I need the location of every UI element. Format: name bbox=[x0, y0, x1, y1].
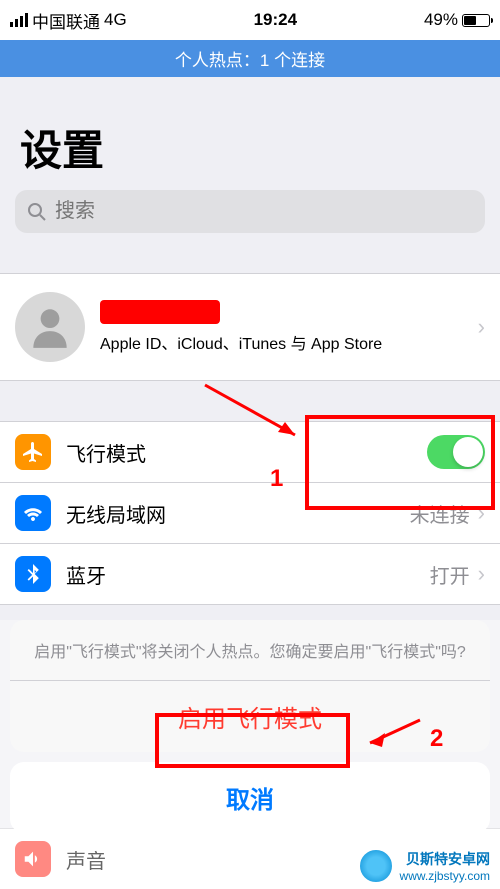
enable-airplane-button[interactable]: 启用飞行模式 bbox=[10, 681, 490, 752]
search-bar[interactable] bbox=[15, 190, 485, 233]
status-right: 49% bbox=[424, 10, 490, 30]
search-input[interactable] bbox=[55, 200, 473, 223]
status-left: 中国联通 4G bbox=[10, 8, 127, 33]
watermark-name: 贝斯特安卓网 bbox=[400, 849, 490, 869]
account-name-redacted bbox=[100, 300, 220, 324]
wifi-row[interactable]: 无线局域网 未连接 › bbox=[0, 483, 500, 544]
watermark: 贝斯特安卓网 www.zjbstyy.com bbox=[358, 848, 490, 884]
wifi-icon bbox=[15, 495, 51, 531]
search-icon bbox=[27, 202, 47, 222]
watermark-logo-icon bbox=[358, 848, 394, 884]
battery-percent: 49% bbox=[424, 10, 458, 30]
wifi-value: 未连接 bbox=[410, 499, 470, 528]
account-info: Apple ID、iCloud、iTunes 与 App Store bbox=[100, 300, 463, 354]
carrier-label: 中国联通 bbox=[32, 8, 100, 33]
airplane-mode-row: 飞行模式 bbox=[0, 422, 500, 483]
bluetooth-icon bbox=[15, 556, 51, 592]
sheet-message: 启用"飞行模式"将关闭个人热点。您确定要启用"飞行模式"吗? bbox=[10, 620, 490, 681]
hotspot-status-bar[interactable]: 个人热点：1 个连接 bbox=[0, 40, 500, 77]
bluetooth-row[interactable]: 蓝牙 打开 › bbox=[0, 544, 500, 604]
page-title: 设置 bbox=[20, 117, 480, 178]
chevron-right-icon: › bbox=[478, 314, 485, 340]
airplane-toggle[interactable] bbox=[427, 435, 485, 469]
settings-group: 飞行模式 无线局域网 未连接 › 蓝牙 打开 › bbox=[0, 421, 500, 605]
action-sheet: 启用"飞行模式"将关闭个人热点。您确定要启用"飞行模式"吗? 启用飞行模式 取消 bbox=[10, 620, 490, 833]
chevron-right-icon: › bbox=[478, 500, 485, 526]
account-subtitle: Apple ID、iCloud、iTunes 与 App Store bbox=[100, 330, 463, 354]
chevron-right-icon: › bbox=[478, 561, 485, 587]
hotspot-message: 个人热点：1 个连接 bbox=[175, 51, 325, 70]
sheet-group: 启用"飞行模式"将关闭个人热点。您确定要启用"飞行模式"吗? 启用飞行模式 bbox=[10, 620, 490, 752]
watermark-url: www.zjbstyy.com bbox=[400, 869, 490, 883]
network-label: 4G bbox=[104, 10, 127, 30]
time-label: 19:24 bbox=[254, 10, 297, 30]
status-bar: 中国联通 4G 19:24 49% bbox=[0, 0, 500, 40]
signal-icon bbox=[10, 13, 28, 27]
airplane-label: 飞行模式 bbox=[66, 438, 427, 467]
avatar bbox=[15, 292, 85, 362]
airplane-icon bbox=[15, 434, 51, 470]
account-row[interactable]: Apple ID、iCloud、iTunes 与 App Store › bbox=[0, 273, 500, 381]
cancel-button[interactable]: 取消 bbox=[10, 762, 490, 833]
wifi-label: 无线局域网 bbox=[66, 499, 410, 528]
title-section: 设置 bbox=[0, 77, 500, 190]
bluetooth-value: 打开 bbox=[430, 560, 470, 589]
battery-icon bbox=[462, 14, 490, 27]
bluetooth-label: 蓝牙 bbox=[66, 560, 430, 589]
